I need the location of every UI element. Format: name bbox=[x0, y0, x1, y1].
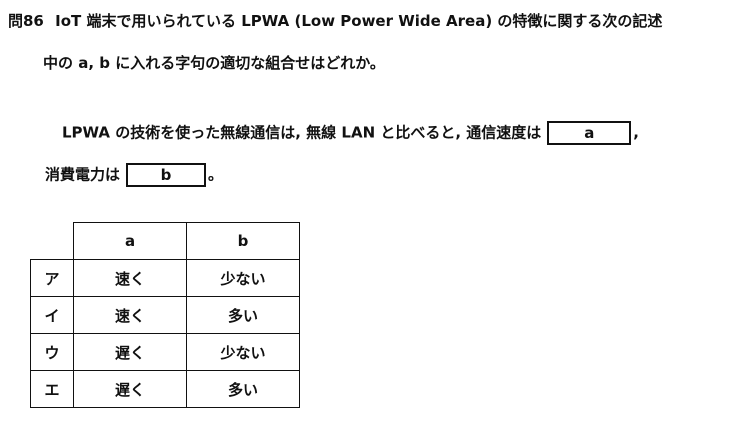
exam-page: { "question": { "number": "問86", "line1"… bbox=[0, 0, 739, 426]
table-corner-cell bbox=[30, 222, 74, 260]
header-a: a bbox=[73, 222, 187, 260]
option-b-value: 少ない bbox=[186, 333, 300, 371]
table-header-row: a b bbox=[30, 222, 300, 260]
statement-line-1: LPWA の技術を使った無線通信は, 無線 LAN と比べると, 通信速度は a, bbox=[62, 121, 639, 145]
option-a-value: 速く bbox=[73, 259, 187, 297]
question-text-line-1: IoT 端末で用いられている LPWA (Low Power Wide Area… bbox=[55, 12, 663, 30]
header-b: b bbox=[186, 222, 300, 260]
statement-line-2: 消費電力は b。 bbox=[45, 163, 223, 187]
option-b-value: 少ない bbox=[186, 259, 300, 297]
option-key: エ bbox=[30, 370, 74, 408]
answer-table: a b ア 速く 少ない イ 速く 多い ウ 遅く 少ない エ 遅く 多い bbox=[30, 222, 300, 408]
table-row: ア 速く 少ない bbox=[30, 259, 300, 297]
option-a-value: 遅く bbox=[73, 333, 187, 371]
statement-comma: , bbox=[633, 123, 639, 142]
question-number: 問86 bbox=[8, 12, 44, 30]
option-key: イ bbox=[30, 296, 74, 334]
option-key: ア bbox=[30, 259, 74, 297]
option-a-value: 遅く bbox=[73, 370, 187, 408]
statement-period: 。 bbox=[208, 165, 224, 184]
option-a-value: 速く bbox=[73, 296, 187, 334]
option-b-value: 多い bbox=[186, 296, 300, 334]
statement-text-1: LPWA の技術を使った無線通信は, 無線 LAN と比べると, 通信速度は bbox=[62, 123, 542, 142]
question-text-line-2: 中の a, b に入れる字句の適切な組合せはどれか。 bbox=[43, 54, 385, 72]
table-row: ウ 遅く 少ない bbox=[30, 333, 300, 371]
blank-b-box: b bbox=[126, 163, 207, 187]
table-row: エ 遅く 多い bbox=[30, 370, 300, 408]
blank-a-box: a bbox=[547, 121, 632, 145]
table-row: イ 速く 多い bbox=[30, 296, 300, 334]
question-header: 問86 IoT 端末で用いられている LPWA (Low Power Wide … bbox=[8, 10, 662, 31]
option-b-value: 多い bbox=[186, 370, 300, 408]
statement-text-2: 消費電力は bbox=[45, 165, 121, 184]
option-key: ウ bbox=[30, 333, 74, 371]
